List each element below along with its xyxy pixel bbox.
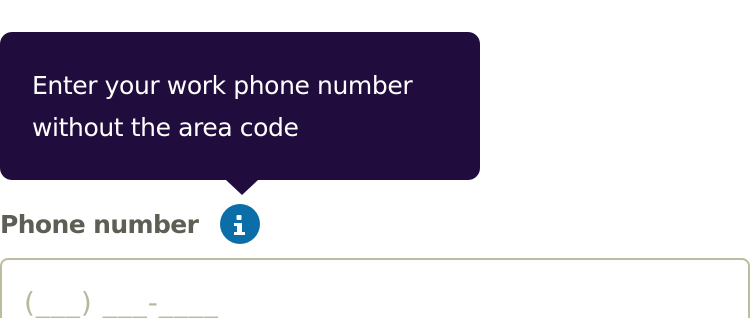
phone-input[interactable] xyxy=(2,260,748,318)
info-glyph xyxy=(234,215,246,235)
phone-field-group: Enter your work phone number without the… xyxy=(0,0,750,318)
field-label-row: Phone number xyxy=(0,204,261,244)
tooltip: Enter your work phone number without the… xyxy=(0,32,480,180)
field-label: Phone number xyxy=(0,209,199,239)
tooltip-arrow xyxy=(226,180,258,195)
tooltip-text: Enter your work phone number without the… xyxy=(32,71,413,142)
info-icon[interactable] xyxy=(220,204,261,244)
phone-input-wrapper xyxy=(0,258,750,318)
